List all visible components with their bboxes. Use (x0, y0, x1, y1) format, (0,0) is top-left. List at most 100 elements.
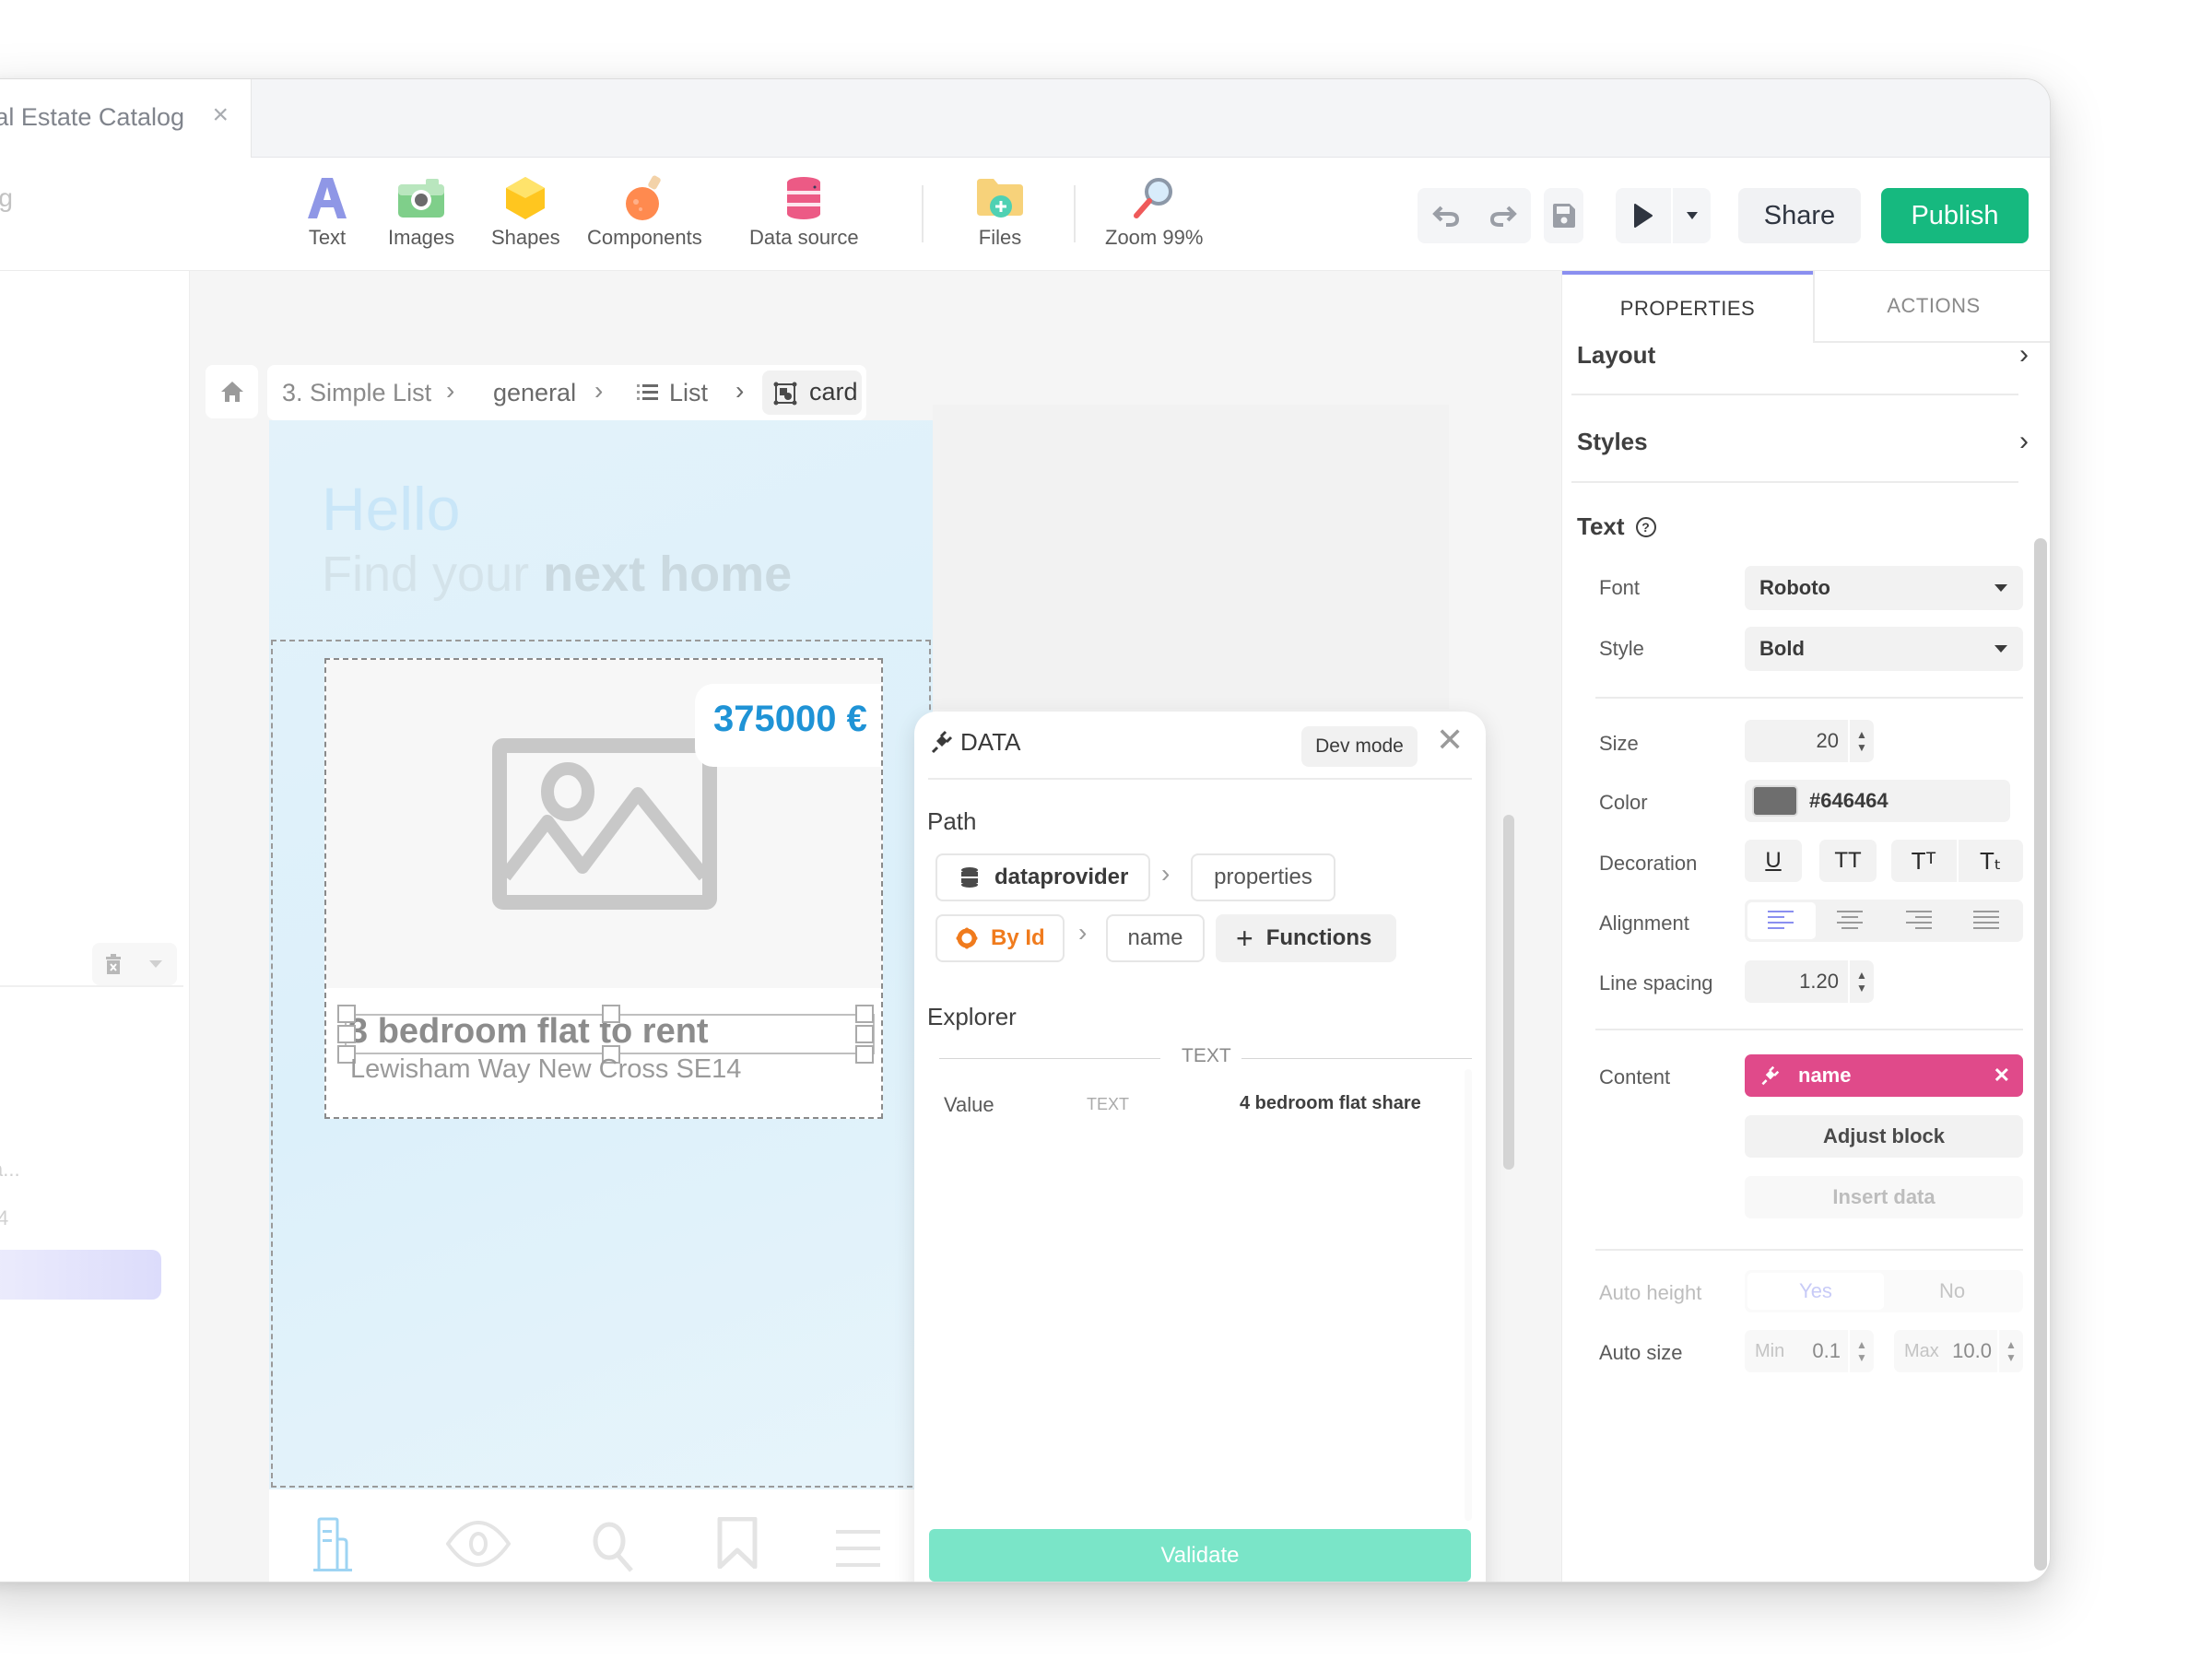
breadcrumb-item[interactable]: List (669, 379, 708, 407)
explorer-row[interactable]: Value TEXT 4 bedroom flat share (933, 1084, 1449, 1130)
align-justify-icon (1973, 911, 1999, 929)
tab-actions[interactable]: ACTIONS (1813, 271, 2050, 343)
min-value: 0.1 (1812, 1339, 1841, 1362)
home-button[interactable] (206, 365, 258, 418)
adjust-block-button[interactable]: Adjust block (1745, 1115, 2023, 1158)
uppercase-button[interactable]: TT (1819, 840, 1877, 882)
tool-images[interactable]: Images (388, 174, 454, 250)
tool-files[interactable]: Files (974, 174, 1026, 250)
tool-zoom[interactable]: Zoom 99% (1105, 174, 1203, 250)
underline-button[interactable]: U (1745, 840, 1802, 882)
path-field-chip[interactable]: properties (1191, 853, 1335, 901)
superscript-button[interactable]: Tᵀ (1891, 840, 1959, 882)
caret-up-icon[interactable]: ▲ (1856, 1338, 1867, 1351)
align-left-button[interactable] (1747, 902, 1816, 939)
section-styles[interactable]: Styles › (1577, 426, 2029, 457)
tool-data-source[interactable]: Data source (749, 174, 859, 250)
caret-down-icon[interactable]: ▼ (1856, 1351, 1867, 1364)
breadcrumb-current[interactable]: card (762, 371, 862, 415)
properties-scrollbar[interactable] (2034, 538, 2047, 1571)
caret-up-icon[interactable]: ▲ (2006, 1338, 2017, 1351)
tab-properties[interactable]: PROPERTIES (1562, 271, 1813, 343)
align-center-button[interactable] (1816, 902, 1884, 939)
alignment-label: Alignment (1599, 912, 1689, 935)
preview-dropdown[interactable] (1673, 188, 1711, 243)
undo-button[interactable] (1418, 188, 1475, 243)
style-select[interactable]: Bold (1745, 627, 2023, 671)
tool-text[interactable]: Text (301, 174, 353, 250)
auto-size-min[interactable]: Min 0.1 ▲ ▼ (1745, 1330, 1874, 1372)
share-button[interactable]: Share (1738, 188, 1861, 243)
path-function-chip[interactable]: By Id (935, 914, 1065, 962)
line-spacing-stepper[interactable]: 1.20 ▲ ▼ (1745, 960, 1874, 1003)
path-field-chip[interactable]: name (1106, 914, 1205, 962)
tab-real-estate-catalog[interactable]: al Estate Catalog × (0, 79, 252, 159)
caret-down-icon[interactable]: ▼ (1856, 741, 1867, 754)
publish-button[interactable]: Publish (1881, 188, 2029, 243)
close-icon[interactable]: ✕ (1436, 721, 1464, 759)
trash-icon (106, 954, 121, 974)
card[interactable]: 375000 € 3 bedroom flat to rent Lewisham (324, 658, 883, 1119)
insert-data-button[interactable]: Insert data (1745, 1176, 2023, 1218)
subscript-button[interactable]: Tₜ (1959, 840, 2024, 882)
auto-height-yes[interactable]: Yes (1747, 1273, 1884, 1310)
properties-panel: PROPERTIES ACTIONS Layout › Styles › Tex… (1561, 271, 2050, 1582)
selected-item-bar[interactable] (0, 1250, 161, 1300)
canvas-scrollbar[interactable] (1503, 815, 1514, 1170)
play-button[interactable] (1616, 188, 1673, 243)
tool-components[interactable]: Components (587, 174, 702, 250)
path-source-chip[interactable]: dataprovider (935, 853, 1150, 901)
redo-button[interactable] (1475, 188, 1531, 243)
explorer-scrollbar[interactable] (1465, 1069, 1472, 1521)
auto-size-max[interactable]: Max 10.0 ▲ ▼ (1894, 1330, 2023, 1372)
tool-shapes[interactable]: Shapes (491, 174, 560, 250)
style-value: Bold (1759, 637, 1805, 660)
resize-handle[interactable] (337, 1005, 356, 1023)
delete-button[interactable] (92, 943, 135, 985)
remove-binding-icon[interactable]: ✕ (1994, 1064, 2010, 1088)
stepper-arrows[interactable]: ▲ ▼ (1848, 960, 1874, 1003)
resize-handle[interactable] (602, 1005, 620, 1023)
breadcrumb-item[interactable]: 3. Simple List (282, 379, 431, 407)
size-stepper[interactable]: 20 ▲ ▼ (1745, 720, 1874, 762)
caret-up-icon[interactable]: ▲ (1856, 728, 1867, 741)
close-tab-icon[interactable]: × (212, 100, 229, 131)
color-swatch[interactable] (1752, 785, 1798, 817)
nav-menu[interactable] (836, 1528, 880, 1573)
resize-handle[interactable] (855, 1025, 874, 1043)
divider (1571, 394, 2018, 395)
nav-search[interactable] (591, 1521, 637, 1577)
list-container[interactable]: 375000 € 3 bedroom flat to rent Lewisham (271, 640, 931, 1488)
nav-bookmark[interactable] (716, 1516, 759, 1573)
functions-button[interactable]: + Functions (1216, 914, 1396, 962)
nav-building[interactable] (313, 1517, 369, 1577)
stepper-arrows[interactable]: ▲ ▼ (1848, 1330, 1874, 1372)
breadcrumb-item[interactable]: general (493, 379, 576, 407)
auto-height-no[interactable]: No (1884, 1273, 2020, 1310)
caret-up-icon[interactable]: ▲ (1856, 969, 1867, 982)
section-layout[interactable]: Layout › (1577, 339, 2029, 371)
save-button[interactable] (1544, 188, 1583, 243)
divider (1595, 1029, 2023, 1030)
stepper-arrows[interactable]: ▲ ▼ (1997, 1330, 2023, 1372)
font-select[interactable]: Roboto (1745, 566, 2023, 610)
align-justify-button[interactable] (1952, 902, 2020, 939)
delete-dropdown[interactable] (135, 943, 177, 985)
validate-button[interactable]: Validate (929, 1529, 1471, 1582)
caret-down-icon[interactable]: ▼ (1856, 982, 1867, 994)
stepper-arrows[interactable]: ▲ ▼ (1848, 720, 1874, 762)
content-binding-chip[interactable]: name ✕ (1745, 1054, 2023, 1097)
nav-eye[interactable] (445, 1520, 512, 1571)
title-selection[interactable]: 3 bedroom flat to rent (337, 1005, 875, 1064)
resize-handle[interactable] (337, 1025, 356, 1043)
help-icon[interactable]: ? (1635, 516, 1656, 537)
resize-handle[interactable] (855, 1045, 874, 1064)
dev-mode-button[interactable]: Dev mode (1301, 726, 1418, 767)
resize-handle[interactable] (855, 1005, 874, 1023)
align-right-icon (1906, 911, 1932, 929)
color-field[interactable]: #646464 (1745, 780, 2010, 822)
menu-icon (836, 1530, 880, 1567)
align-right-button[interactable] (1884, 902, 1952, 939)
caret-down-icon[interactable]: ▼ (2006, 1351, 2017, 1364)
app-window: al Estate Catalog × alog Text Images Sha… (0, 78, 2051, 1583)
